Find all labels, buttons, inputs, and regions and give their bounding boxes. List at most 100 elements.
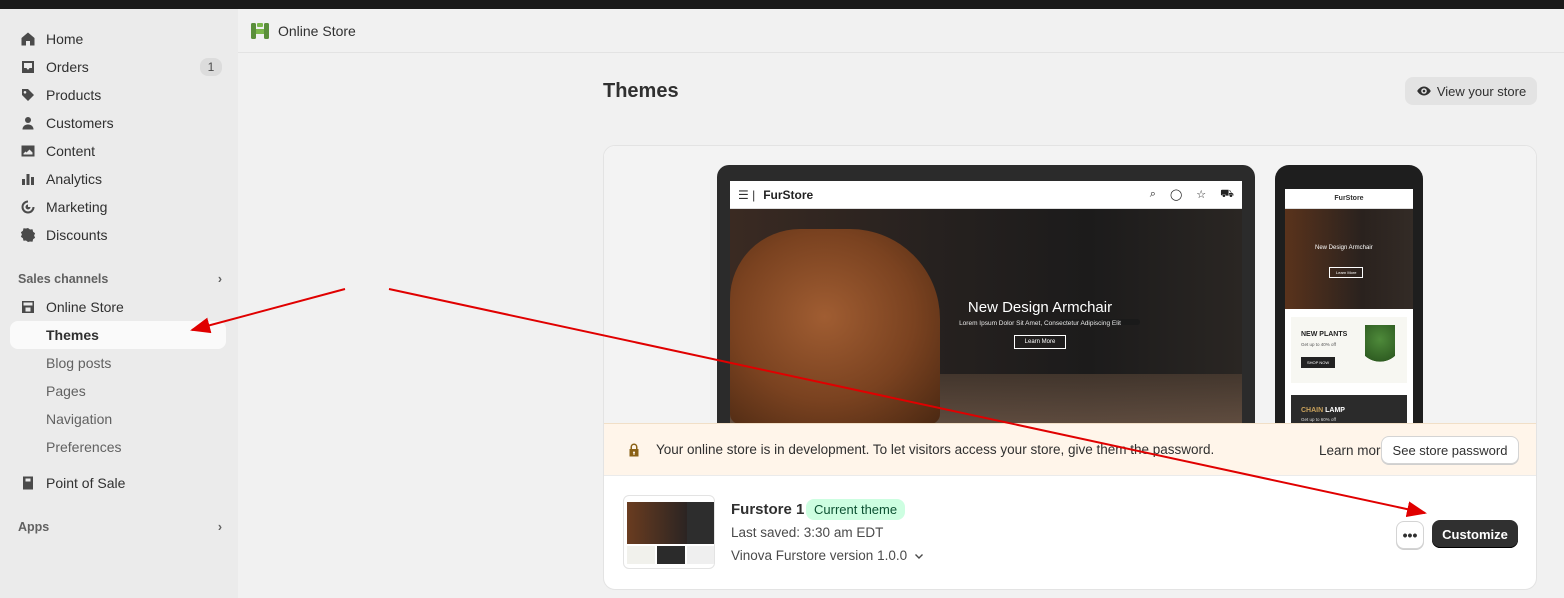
menu-icon: ☰ |: [738, 187, 756, 202]
theme-preview: ☰ | FurStore ⌕ ◯ ☆ ⛟ New Design Armchair: [604, 146, 1536, 424]
cart-icon: ⛟: [1220, 187, 1234, 200]
search-icon: ⌕: [1149, 187, 1156, 200]
online-store-logo-icon: [251, 22, 269, 39]
chevron-right-icon: ›: [217, 272, 222, 286]
theme-row: Furstore 1 Current theme Last saved: 3:3…: [604, 477, 1536, 589]
preview-brand: FurStore: [763, 187, 814, 202]
view-your-store-button[interactable]: View your store: [1405, 77, 1537, 105]
sidebar-item-blog-posts[interactable]: Blog posts: [10, 349, 226, 377]
apps-title: Apps: [18, 520, 50, 534]
promo-lamp-sub: Get up to 60% off: [1301, 417, 1336, 422]
theme-name: Furstore 1: [731, 501, 805, 518]
person-icon: [20, 115, 36, 131]
eye-icon: [1417, 86, 1431, 96]
user-icon: ◯: [1169, 188, 1183, 201]
plant-graphic: [1365, 325, 1395, 373]
wishlist-icon: ☆: [1196, 188, 1207, 201]
mobile-promo-lamp: CHAIN LAMP Get up to 60% off: [1291, 395, 1407, 424]
sidebar-item-online-store[interactable]: Online Store: [10, 293, 226, 321]
hero-subtitle: Lorem Ipsum Dolor Sit Amet, Consectetur …: [959, 320, 1121, 327]
preview-nav-icons: ⌕ ◯ ☆ ⛟: [1150, 188, 1234, 202]
bar-chart-icon: [20, 171, 36, 187]
mobile-preview-hero: New Design Armchair Learn More: [1285, 209, 1413, 309]
sidebar-item-label: Home: [46, 31, 84, 47]
home-icon: [20, 31, 36, 47]
learn-more-link[interactable]: Learn more: [1319, 443, 1388, 458]
preview-hero: New Design Armchair Lorem Ipsum Dolor Si…: [730, 209, 1242, 424]
sidebar-item-point-of-sale[interactable]: Point of Sale: [10, 469, 226, 497]
mobile-preview-screen: FurStore New Design Armchair Learn More …: [1285, 189, 1413, 424]
current-theme-card: ☰ | FurStore ⌕ ◯ ☆ ⛟ New Design Armchair: [603, 145, 1537, 590]
sidebar-item-home[interactable]: Home: [10, 25, 226, 53]
mobile-hero-title: New Design Armchair: [1315, 245, 1373, 251]
more-actions-button[interactable]: •••: [1396, 521, 1424, 549]
mobile-hero-button: Learn More: [1329, 267, 1364, 278]
tag-icon: [20, 87, 36, 103]
theme-version-label: Vinova Furstore version 1.0.0: [731, 548, 908, 563]
sidebar-item-label: Point of Sale: [46, 475, 126, 491]
view-your-store-label: View your store: [1436, 83, 1527, 99]
sidebar-item-label: Marketing: [46, 199, 108, 215]
sidebar-item-label: Discounts: [46, 227, 108, 243]
sidebar-item-preferences[interactable]: Preferences: [10, 433, 226, 461]
sidebar-item-label: Pages: [46, 383, 86, 399]
sidebar-item-content[interactable]: Content: [10, 137, 226, 165]
mobile-promo-plants: NEW PLANTS Get up to 40% off SHOP NOW: [1291, 317, 1407, 383]
sidebar-item-label: Customers: [46, 115, 114, 131]
promo-plants-title: NEW PLANTS: [1301, 331, 1348, 338]
store-icon: [20, 299, 36, 315]
customize-button[interactable]: Customize: [1432, 520, 1518, 548]
mobile-preview-nav: FurStore: [1285, 189, 1413, 209]
sidebar-item-label: Online Store: [46, 299, 124, 315]
target-icon: [20, 199, 36, 215]
hero-title: New Design Armchair: [967, 299, 1113, 316]
sidebar-item-label: Navigation: [46, 411, 113, 427]
sidebar-item-label: Orders: [46, 59, 89, 75]
see-store-password-button[interactable]: See store password: [1381, 436, 1519, 464]
lock-icon: [629, 443, 639, 456]
sidebar-item-discounts[interactable]: Discounts: [10, 221, 226, 249]
promo-plants-sub: Get up to 40% off: [1301, 342, 1336, 347]
chevron-down-icon: [915, 553, 924, 559]
hero-button: Learn More: [1013, 335, 1067, 349]
sidebar-item-marketing[interactable]: Marketing: [10, 193, 226, 221]
apps-header[interactable]: Apps ›: [18, 520, 222, 534]
sidebar-item-analytics[interactable]: Analytics: [10, 165, 226, 193]
current-theme-badge: Current theme: [806, 499, 906, 520]
development-banner-text: Your online store is in development. To …: [656, 442, 1215, 457]
page-header: Online Store: [238, 9, 1564, 53]
chevron-right-icon: ›: [217, 520, 222, 534]
sidebar-item-label: Products: [46, 87, 102, 103]
discount-icon: [20, 227, 36, 243]
sales-channels-header[interactable]: Sales channels ›: [18, 272, 222, 286]
sidebar: Home Orders 1 Products Customers Content…: [0, 9, 238, 598]
desktop-preview-frame: ☰ | FurStore ⌕ ◯ ☆ ⛟ New Design Armchair: [717, 165, 1255, 424]
sidebar-item-pages[interactable]: Pages: [10, 377, 226, 405]
sidebar-item-themes[interactable]: Themes: [10, 321, 226, 349]
sidebar-item-orders[interactable]: Orders 1: [10, 53, 226, 81]
theme-version-dropdown[interactable]: Vinova Furstore version 1.0.0: [731, 548, 925, 563]
sidebar-item-customers[interactable]: Customers: [10, 109, 226, 137]
header-title: Online Store: [278, 22, 356, 39]
sidebar-item-label: Preferences: [46, 439, 122, 455]
theme-last-saved: Last saved: 3:30 am EDT: [731, 525, 884, 540]
sales-channels-title: Sales channels: [18, 272, 109, 286]
promo-lamp-title: CHAIN LAMP: [1301, 407, 1345, 414]
hero-text: New Design Armchair Lorem Ipsum Dolor Si…: [890, 299, 1190, 349]
sidebar-item-navigation[interactable]: Navigation: [10, 405, 226, 433]
mobile-preview-frame: FurStore New Design Armchair Learn More …: [1275, 165, 1423, 424]
sidebar-item-products[interactable]: Products: [10, 81, 226, 109]
sidebar-item-label: Blog posts: [46, 355, 112, 371]
sidebar-item-label: Themes: [46, 327, 99, 343]
theme-thumbnail[interactable]: [623, 495, 715, 569]
promo-plants-button: SHOP NOW: [1301, 357, 1336, 368]
image-icon: [20, 143, 36, 159]
top-bar: [0, 0, 1564, 9]
inbox-icon: [20, 59, 36, 75]
pos-icon: [20, 475, 36, 491]
desktop-preview-screen: ☰ | FurStore ⌕ ◯ ☆ ⛟ New Design Armchair: [730, 181, 1242, 424]
page-title: Themes: [603, 80, 679, 102]
sidebar-item-label: Content: [46, 143, 96, 159]
orders-count-badge: 1: [200, 58, 222, 76]
sidebar-item-label: Analytics: [46, 171, 103, 187]
